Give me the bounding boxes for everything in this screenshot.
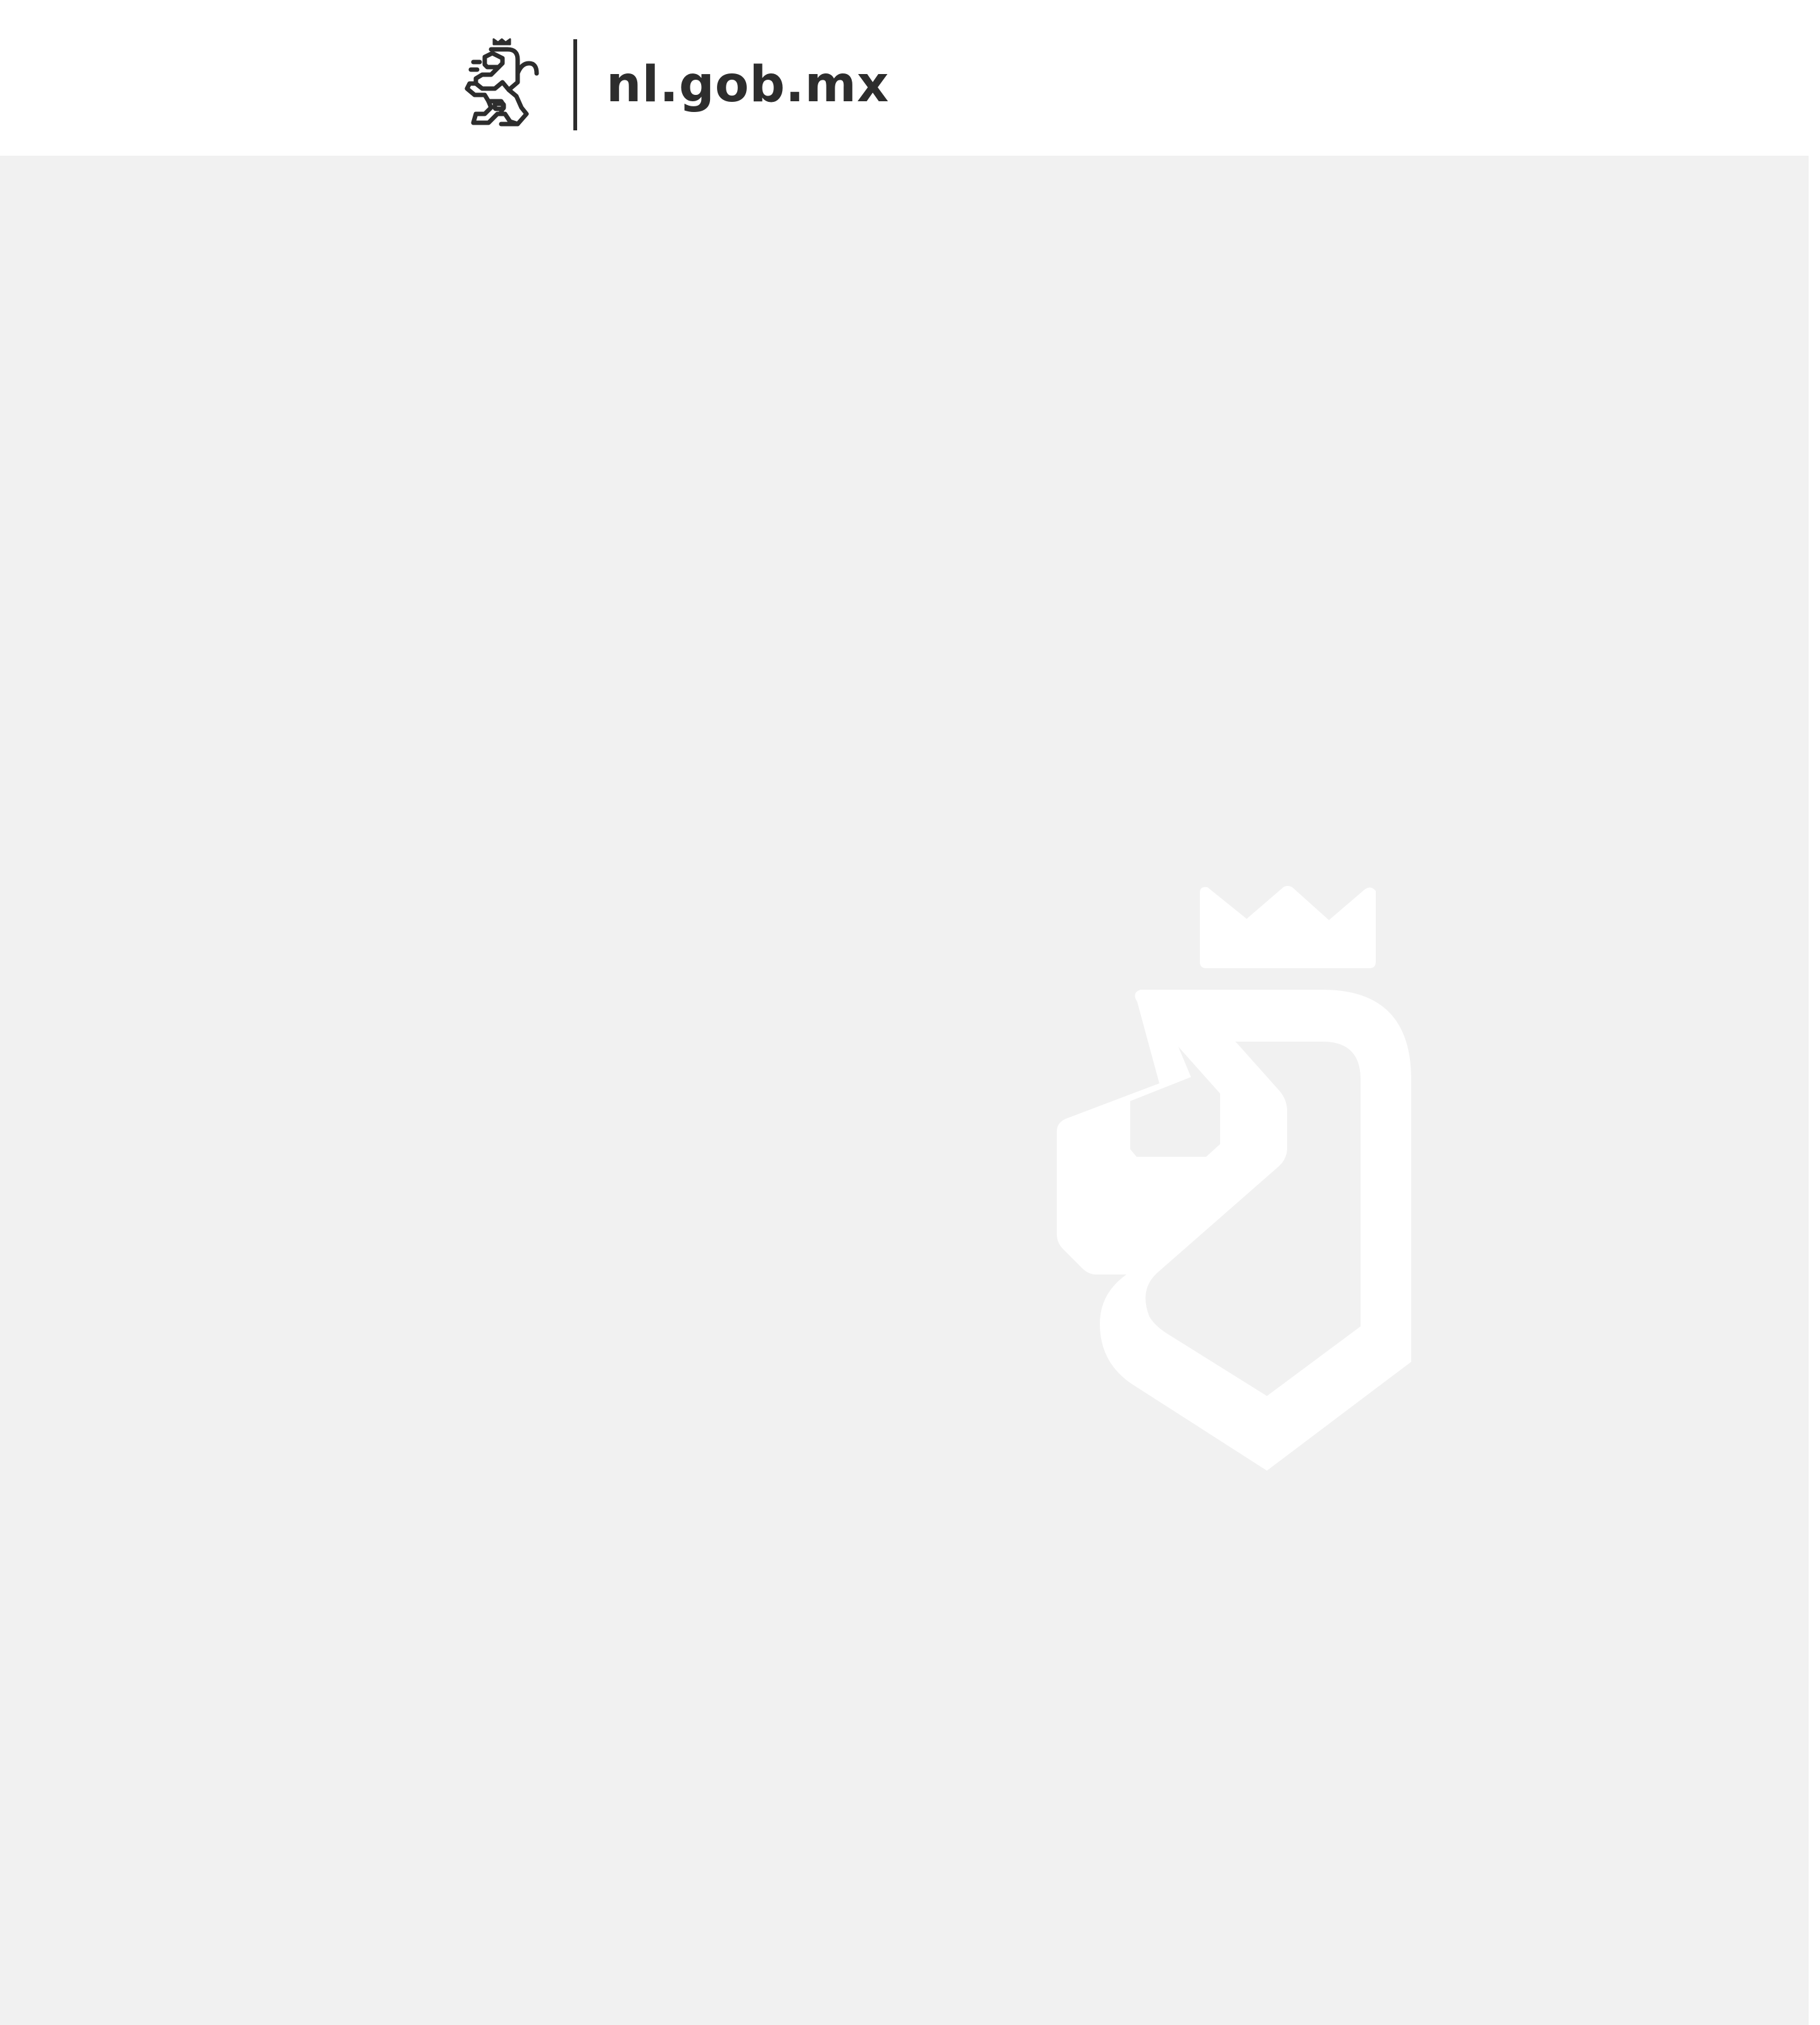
scrollbar-gutter xyxy=(1809,156,1820,2025)
home-link[interactable]: nl.gob.mx xyxy=(463,38,889,132)
lion-crest-icon xyxy=(463,38,542,132)
header-divider xyxy=(573,39,577,130)
loading-screen xyxy=(0,156,1809,2025)
lion-crest-icon xyxy=(1045,882,1474,1500)
site-name: nl.gob.mx xyxy=(606,56,890,113)
site-header: nl.gob.mx xyxy=(0,0,1820,156)
page: nl.gob.mx xyxy=(0,0,1820,2025)
